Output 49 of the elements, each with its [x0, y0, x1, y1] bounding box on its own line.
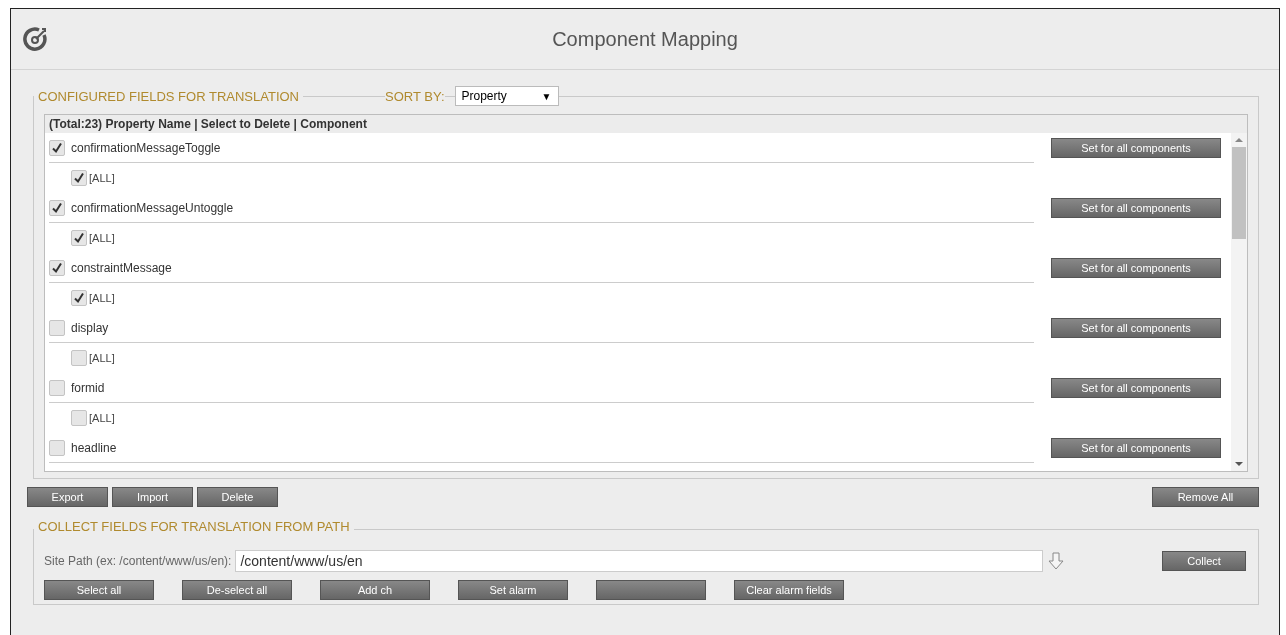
set-for-all-components-button[interactable]: Set for all components	[1051, 198, 1221, 218]
scrollbar-thumb[interactable]	[1232, 147, 1246, 239]
collect-button[interactable]: Collect	[1162, 551, 1246, 571]
property-name: headline	[71, 440, 117, 455]
action-button[interactable]: Delete	[197, 487, 278, 507]
path-action-button[interactable]: De-select all	[182, 580, 292, 600]
target-logo-icon	[23, 26, 49, 52]
property-name: constraintMessage	[71, 260, 172, 275]
set-for-all-components-button[interactable]: Set for all components	[1051, 438, 1221, 458]
property-name: display	[71, 320, 109, 335]
list-header: (Total:23) Property Name | Select to Delete | Component	[45, 115, 1247, 133]
path-action-button[interactable]: Select all	[44, 580, 154, 600]
site-path-field[interactable]: /content/www/us/en	[235, 550, 1044, 572]
component-label: [ALL]	[89, 352, 115, 364]
site-path-label: Site Path (ex: /content/www/us/en):	[44, 554, 232, 568]
component-label: [ALL]	[89, 172, 115, 184]
sort-dropdown[interactable]: Property ▼	[454, 86, 559, 106]
property-checkbox[interactable]	[49, 439, 65, 456]
path-action-button[interactable]: Add ch	[320, 580, 430, 600]
component-label: [ALL]	[89, 412, 115, 424]
path-action-button[interactable]	[596, 580, 706, 600]
property-name: confirmationMessageToggle	[71, 140, 221, 155]
component-checkbox[interactable]	[71, 230, 87, 246]
property-checkbox[interactable]	[49, 319, 65, 336]
property-checkbox[interactable]	[49, 199, 65, 216]
section-legend: COLLECT FIELDS FOR TRANSLATION FROM PATH	[34, 519, 354, 534]
down-arrow-icon[interactable]	[1047, 551, 1066, 571]
set-for-all-components-button[interactable]: Set for all components	[1051, 258, 1221, 278]
component-label: [ALL]	[89, 232, 115, 244]
window-title: Component Mapping	[551, 27, 739, 51]
component-checkbox[interactable]	[71, 170, 87, 186]
property-checkbox[interactable]	[49, 379, 65, 396]
property-name: formid	[71, 380, 105, 395]
remove-all-button[interactable]: Remove All	[1152, 487, 1259, 507]
component-checkbox[interactable]	[71, 350, 87, 366]
component-checkbox[interactable]	[71, 290, 87, 306]
property-name: confirmationMessageUntoggle	[71, 200, 234, 215]
action-button[interactable]: Import	[112, 487, 193, 507]
path-action-button[interactable]: Clear alarm fields	[734, 580, 844, 600]
set-for-all-components-button[interactable]: Set for all components	[1051, 318, 1221, 338]
component-checkbox[interactable]	[71, 410, 87, 426]
scrollbar[interactable]	[1231, 133, 1247, 471]
set-for-all-components-button[interactable]: Set for all components	[1051, 378, 1221, 398]
path-action-button[interactable]: Set alarm	[458, 580, 568, 600]
component-label: [ALL]	[89, 292, 115, 304]
property-checkbox[interactable]	[49, 259, 65, 276]
property-checkbox[interactable]	[49, 139, 65, 156]
set-for-all-components-button[interactable]: Set for all components	[1051, 138, 1221, 158]
action-button[interactable]: Export	[27, 487, 108, 507]
